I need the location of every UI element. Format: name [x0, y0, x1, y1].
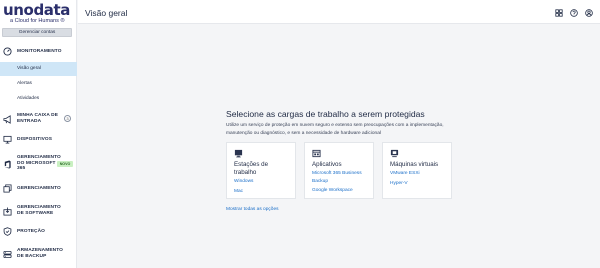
sidebar-item-label: MONITORAMENTO: [17, 49, 62, 54]
inbox-count-badge: 3: [64, 115, 71, 122]
show-all-options-link[interactable]: Mostrar todas as opções: [226, 207, 279, 212]
google-workspace-link[interactable]: Google Workspace: [312, 187, 372, 195]
brand-logo[interactable]: unodata a Cloud for Humans ®: [3, 1, 75, 26]
sidebar-item-activities[interactable]: Atividades: [0, 92, 77, 106]
sidebar-item-monitoring[interactable]: MONITORAMENTO: [0, 47, 77, 57]
hyper-v-link[interactable]: Hyper-V: [390, 180, 450, 188]
sidebar-item-microsoft-365[interactable]: GERENCIAMENTO DO MICROSOFT 365 NOVO: [0, 155, 77, 173]
workstations-card: Estações de trabalho Windows Mac: [226, 142, 296, 199]
manage-accounts-button[interactable]: Gerenciar contas: [2, 28, 72, 37]
sidebar-item-management[interactable]: GERENCIAMENTO: [0, 184, 77, 194]
card-title: Estações de trabalho: [234, 161, 269, 176]
sidebar-item-inbox[interactable]: MINHA CAIXA DE ENTRADA 3: [0, 113, 77, 125]
new-badge: NOVO: [57, 161, 73, 167]
sidebar-item-label: GERENCIAMENTO DO MICROSOFT 365: [17, 155, 61, 172]
sidebar-item-label: Atividades: [17, 96, 40, 101]
speedometer-icon: [3, 47, 12, 56]
sidebar-item-devices[interactable]: DISPOSITIVOS: [0, 135, 77, 145]
top-header: Visão geral: [78, 0, 600, 24]
desktop-icon: [234, 149, 243, 158]
layers-icon: [3, 184, 12, 193]
sidebar-item-label: GERENCIAMENTO: [17, 186, 61, 191]
virtual-machines-card: Máquinas virtuais VMware ESXi Hyper-V: [382, 142, 452, 199]
brand-name: unodata: [3, 1, 71, 19]
monitor-icon: [3, 135, 12, 144]
sidebar-item-label: MINHA CAIXA DE ENTRADA: [17, 113, 59, 124]
sidebar-item-label: PROTEÇÃO: [17, 229, 45, 234]
sidebar-item-label: Visão geral: [17, 66, 41, 71]
user-icon[interactable]: [585, 9, 593, 17]
virtual-machine-icon: [390, 149, 399, 158]
brand-tagline: a Cloud for Humans ®: [10, 18, 65, 24]
workloads-title: Selecione as cargas de trabalho a serem …: [226, 109, 425, 119]
grid-icon[interactable]: [555, 9, 563, 17]
applications-card: Aplicativos Microsoft 365 Business Backu…: [304, 142, 374, 199]
sidebar-item-label: ARMAZENAMENTO DE BACKUP: [17, 248, 63, 259]
shield-icon: [3, 227, 12, 236]
download-box-icon: [3, 207, 12, 216]
page-title: Visão geral: [85, 8, 128, 18]
sidebar-item-backup-storage[interactable]: ARMAZENAMENTO DE BACKUP: [0, 248, 77, 260]
card-title: Máquinas virtuais: [390, 161, 439, 168]
apps-icon: [312, 149, 321, 158]
office-icon: [3, 160, 12, 169]
megaphone-icon: [3, 115, 12, 124]
help-icon[interactable]: [570, 9, 578, 17]
microsoft-365-backup-link[interactable]: Microsoft 365 Business Backup: [312, 170, 372, 186]
sidebar-item-overview[interactable]: Visão geral: [0, 62, 77, 76]
workloads-description: Utilize um serviço de proteção em nuvem …: [226, 123, 444, 136]
sidebar-item-protection[interactable]: PROTEÇÃO: [0, 227, 77, 237]
vmware-esxi-link[interactable]: VMware ESXi: [390, 170, 450, 178]
sidebar-item-label: GERENCIAMENTO DE SOFTWARE: [17, 205, 61, 216]
sidebar-item-alerts[interactable]: Alertas: [0, 77, 77, 91]
sidebar-item-label: Alertas: [17, 81, 32, 86]
database-icon: [3, 250, 12, 259]
card-title: Aplicativos: [312, 161, 342, 168]
windows-link[interactable]: Windows: [234, 178, 294, 186]
sidebar-item-software-management[interactable]: GERENCIAMENTO DE SOFTWARE: [0, 205, 77, 217]
sidebar-item-label: DISPOSITIVOS: [17, 137, 53, 142]
sidebar: unodata a Cloud for Humans ® Gerenciar c…: [0, 0, 77, 268]
mac-link[interactable]: Mac: [234, 188, 294, 196]
